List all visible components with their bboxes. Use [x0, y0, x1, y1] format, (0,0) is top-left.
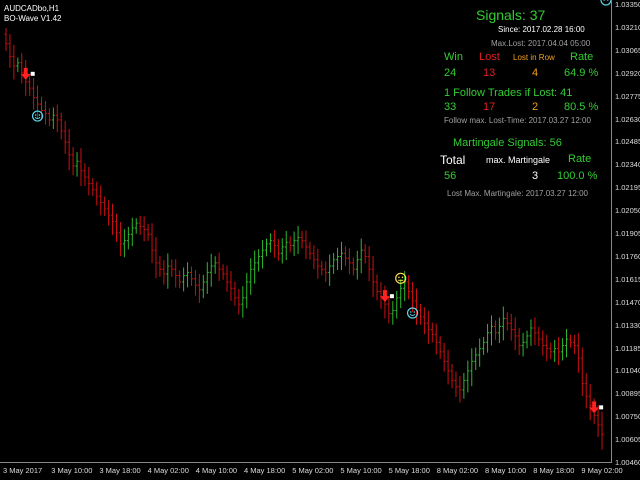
price-axis-label: 1.02630	[615, 114, 640, 124]
time-axis-label: 5 May 18:00	[388, 466, 430, 475]
row3-total: 56	[444, 170, 457, 182]
price-axis-label: 1.01470	[615, 297, 640, 307]
time-axis-label: 3 May 2017	[3, 466, 43, 475]
price-axis-label: 1.02920	[615, 68, 640, 78]
price-axis-label: 1.02340	[615, 160, 640, 170]
follow-max-lost-time: Follow max. Lost-Time: 2017.03.27 12:00	[444, 116, 591, 125]
time-axis-label: 5 May 02:00	[292, 466, 334, 475]
header-lost: Lost	[479, 51, 500, 63]
price-axis-label: 1.00750	[615, 412, 640, 422]
price-axis-label: 1.02485	[615, 137, 640, 147]
price-axis-label: 1.02775	[615, 91, 640, 101]
price-axis-label: 1.01185	[615, 343, 640, 353]
row1-rate: 64.9 %	[564, 67, 599, 79]
header-max-martingale: max. Martingale	[486, 155, 551, 165]
price-axis-label: 1.00605	[615, 435, 640, 445]
window-title: AUDCADbo,H1 BO-Wave V1.42	[4, 4, 62, 24]
chart-window[interactable]: AUDCADbo,H1 BO-Wave V1.42 1.03350 1.03210…	[0, 0, 640, 480]
price-axis-label: 1.01330	[615, 320, 640, 330]
row2-win: 33	[444, 101, 457, 113]
time-axis-label: 4 May 18:00	[244, 466, 286, 475]
price-axis-label: 1.02050	[615, 206, 640, 216]
time-axis-label: 5 May 10:00	[340, 466, 382, 475]
martingale-title: Martingale Signals: 56	[453, 137, 562, 149]
symbol-label: AUDCADbo,H1	[4, 4, 60, 13]
price-axis-label: 1.03350	[615, 0, 640, 9]
since-date: Since: 2017.02.28 16:00	[498, 25, 585, 34]
header-lost-in-row: Lost in Row	[513, 53, 555, 62]
row3-rate: 100.0 %	[557, 170, 598, 182]
row2-lost: 17	[483, 101, 496, 113]
price-axis-label: 1.01040	[615, 366, 640, 376]
time-axis-label: 8 May 18:00	[533, 466, 575, 475]
row1-lost: 13	[483, 67, 496, 79]
row2-lost-in-row: 2	[532, 101, 539, 113]
row2-rate: 80.5 %	[564, 101, 599, 113]
price-chart[interactable]	[0, 0, 640, 480]
header-win: Win	[444, 51, 463, 63]
time-axis-label: 9 May 02:00	[581, 466, 623, 475]
time-axis-label: 4 May 02:00	[147, 466, 189, 475]
lost-max-martingale: Lost Max. Martingale: 2017.03.27 12:00	[447, 189, 588, 198]
price-axis-label: 1.01905	[615, 229, 640, 238]
time-axis-label: 4 May 10:00	[195, 466, 238, 475]
price-axis-label: 1.02195	[615, 183, 640, 193]
header-total: Total	[440, 153, 466, 167]
price-axis-label: 1.01615	[615, 274, 640, 284]
price-axis-label: 1.01760	[615, 251, 640, 261]
follow-trades-title: 1 Follow Trades if Lost: 41	[444, 87, 573, 99]
price-axis-label: 1.03210	[615, 22, 640, 32]
price-axis-label: 1.03065	[615, 45, 640, 55]
row1-lost-in-row: 4	[532, 67, 539, 79]
row3-max-martingale: 3	[532, 170, 539, 182]
header-rate: Rate	[570, 51, 594, 63]
signals-count: Signals: 37	[476, 7, 546, 23]
price-axis-label: 1.00895	[615, 389, 640, 399]
header-mart-rate: Rate	[568, 153, 592, 165]
time-axis-label: 8 May 10:00	[485, 466, 527, 475]
time-axis-label: 8 May 02:00	[436, 466, 479, 475]
time-axis-label: 3 May 18:00	[99, 466, 141, 475]
indicator-label: BO-Wave V1.42	[4, 14, 62, 23]
max-lost-date: Max.Lost: 2017.04.04 05:00	[491, 39, 591, 48]
time-axis-label: 3 May 10:00	[51, 466, 93, 475]
row1-win: 24	[444, 67, 457, 79]
